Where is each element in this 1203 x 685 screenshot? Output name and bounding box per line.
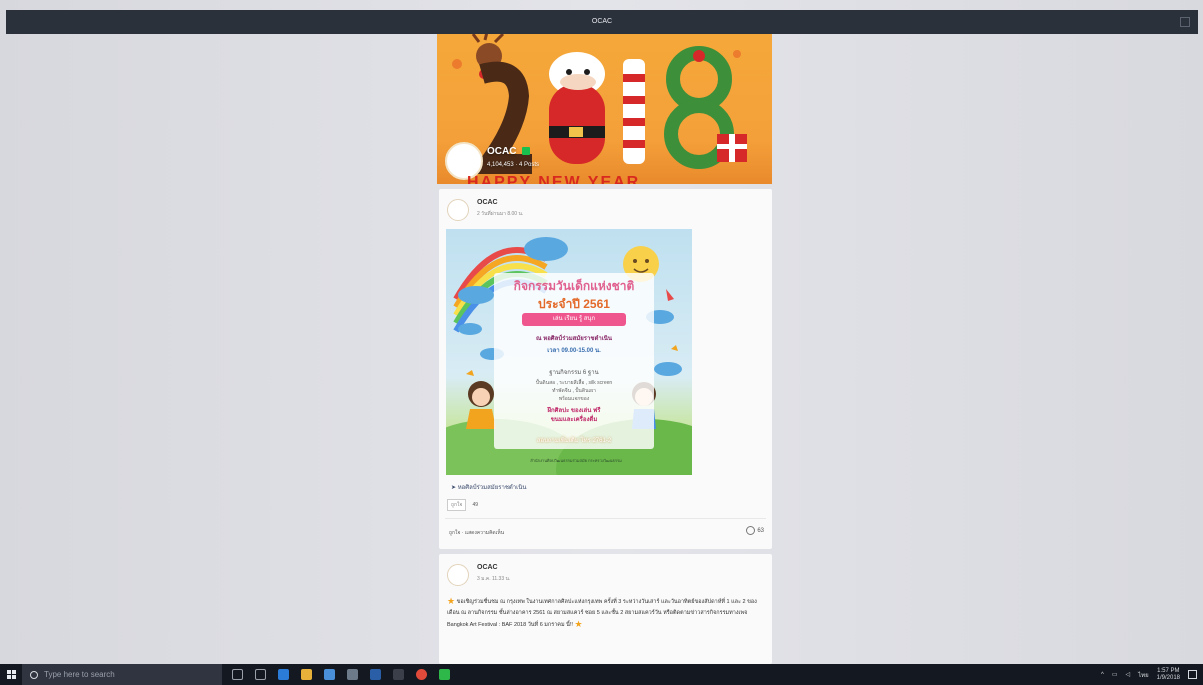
file-explorer-icon[interactable]	[301, 669, 312, 680]
network-icon[interactable]: ▭	[1112, 671, 1118, 678]
clock-time: 1:57 PM	[1157, 667, 1180, 674]
post-author[interactable]: OCAC	[477, 564, 498, 571]
cover-banner-text: HAPPY NEW YEAR	[467, 174, 641, 184]
like-comment-actions[interactable]: ถูกใจ · แสดงความคิดเห็น	[449, 529, 504, 537]
notification-icon[interactable]	[1188, 670, 1197, 679]
post-image[interactable]: กิจกรรมวันเด็กแห่งชาติ ประจำปี 2561 เล่น…	[446, 229, 692, 475]
poster-hours: เวลา 09.00-15.00 น.	[547, 348, 601, 354]
poster-activity-list: ปั้นดินสอ , ระบายสีเสื้อ , silk screen ท…	[535, 380, 613, 402]
poster-venue: ณ หอศิลป์ร่วมสมัยราชดำเนิน	[536, 336, 612, 342]
app-title-bar: OCAC	[6, 10, 1198, 34]
page-stats: 4,104,453 · 4 Posts	[487, 162, 540, 168]
poster-free-items: ฝึกศิลปะ ของเล่น ฟรี ขนมและเครื่องดื่ม	[547, 408, 601, 423]
edge-browser-icon[interactable]	[278, 669, 289, 680]
taskbar-apps	[232, 669, 450, 680]
clock[interactable]: 1:57 PM 1/9/2018	[1157, 668, 1180, 682]
post-card: OCAC 2 วันที่ผ่านมา 8.00 น. กิจกรรมวันเด…	[439, 189, 772, 549]
post-body: ★ ขอเชิญร่วมชื่นชม ณ กรุงเทพ ในงานเทศกาล…	[447, 596, 765, 631]
window-title: OCAC	[591, 18, 613, 25]
start-button[interactable]	[0, 664, 22, 685]
page-name-text: OCAC	[487, 146, 517, 157]
microphone-icon[interactable]	[232, 669, 243, 680]
poster-activities: ฐานกิจกรรม 6 ฐาน	[549, 370, 599, 376]
star-icon: ★	[574, 618, 583, 629]
post-time: 3 ม.ค. 11.33 น.	[477, 576, 511, 582]
chrome-icon[interactable]	[416, 669, 427, 680]
maximize-button[interactable]	[1180, 17, 1190, 27]
post-location[interactable]: ➤ หอศิลป์ร่วมสมัยราชดำเนิน	[451, 482, 526, 492]
search-placeholder: Type here to search	[44, 670, 115, 679]
chevron-up-icon[interactable]: ^	[1101, 672, 1104, 678]
taskbar: Type here to search ^ ▭ ◁ ไทย 1:57 PM 1/…	[0, 664, 1203, 685]
post-author[interactable]: OCAC	[477, 199, 498, 206]
poster-year: ประจำปี 2561	[538, 297, 610, 311]
app-icon[interactable]	[393, 669, 404, 680]
app-icon[interactable]	[370, 669, 381, 680]
system-tray: ^ ▭ ◁ ไทย 1:57 PM 1/9/2018	[1101, 668, 1203, 682]
poster-slogan: เล่น เรียน รู้ สนุก	[522, 313, 626, 326]
reaction-summary[interactable]: ถูกใจ 49	[447, 499, 478, 511]
mail-icon[interactable]	[347, 669, 358, 680]
poster-footer: สำนักงานศิลปวัฒนธรรมร่วมสมัย กระทรวงวัฒน…	[530, 458, 622, 463]
search-icon	[30, 670, 38, 679]
post-card: OCAC 3 ม.ค. 11.33 น. ★ ขอเชิญร่วมชื่นชม …	[439, 554, 772, 664]
store-icon[interactable]	[324, 669, 335, 680]
post-body-text: ขอเชิญร่วมชื่นชม ณ กรุงเทพ ในงานเทศกาลศิ…	[447, 598, 757, 628]
reaction-count: 49	[472, 502, 478, 508]
language-indicator[interactable]: ไทย	[1138, 670, 1149, 680]
poster-contact: สอบถามเพิ่มเติม โทร 2761-2	[536, 438, 612, 444]
volume-icon[interactable]: ◁	[1126, 671, 1131, 678]
cover-image: OCAC 4,104,453 · 4 Posts HAPPY NEW YEAR	[437, 34, 772, 184]
verified-badge-icon	[522, 147, 531, 156]
comment-count[interactable]: 63	[746, 526, 764, 535]
avatar[interactable]	[447, 199, 469, 221]
feed-column[interactable]: OCAC 4,104,453 · 4 Posts HAPPY NEW YEAR …	[437, 34, 772, 664]
location-pin-icon: ➤	[451, 485, 457, 491]
reaction-label: ถูกใจ	[447, 499, 467, 511]
line-app-icon[interactable]	[439, 669, 450, 680]
poster-title: กิจกรรมวันเด็กแห่งชาติ	[513, 279, 635, 293]
taskbar-search[interactable]: Type here to search	[22, 664, 222, 685]
task-view-icon[interactable]	[255, 669, 266, 680]
divider	[445, 518, 766, 519]
comment-icon	[746, 526, 756, 535]
location-label: หอศิลป์ร่วมสมัยราชดำเนิน	[457, 485, 527, 491]
clock-date: 1/9/2018	[1156, 674, 1180, 681]
comment-count-value: 63	[757, 527, 764, 534]
page-name[interactable]: OCAC	[487, 146, 531, 157]
avatar[interactable]	[447, 564, 469, 586]
windows-logo-icon	[6, 670, 16, 679]
star-icon: ★	[447, 596, 456, 606]
post-time: 2 วันที่ผ่านมา 8.00 น.	[477, 211, 524, 217]
